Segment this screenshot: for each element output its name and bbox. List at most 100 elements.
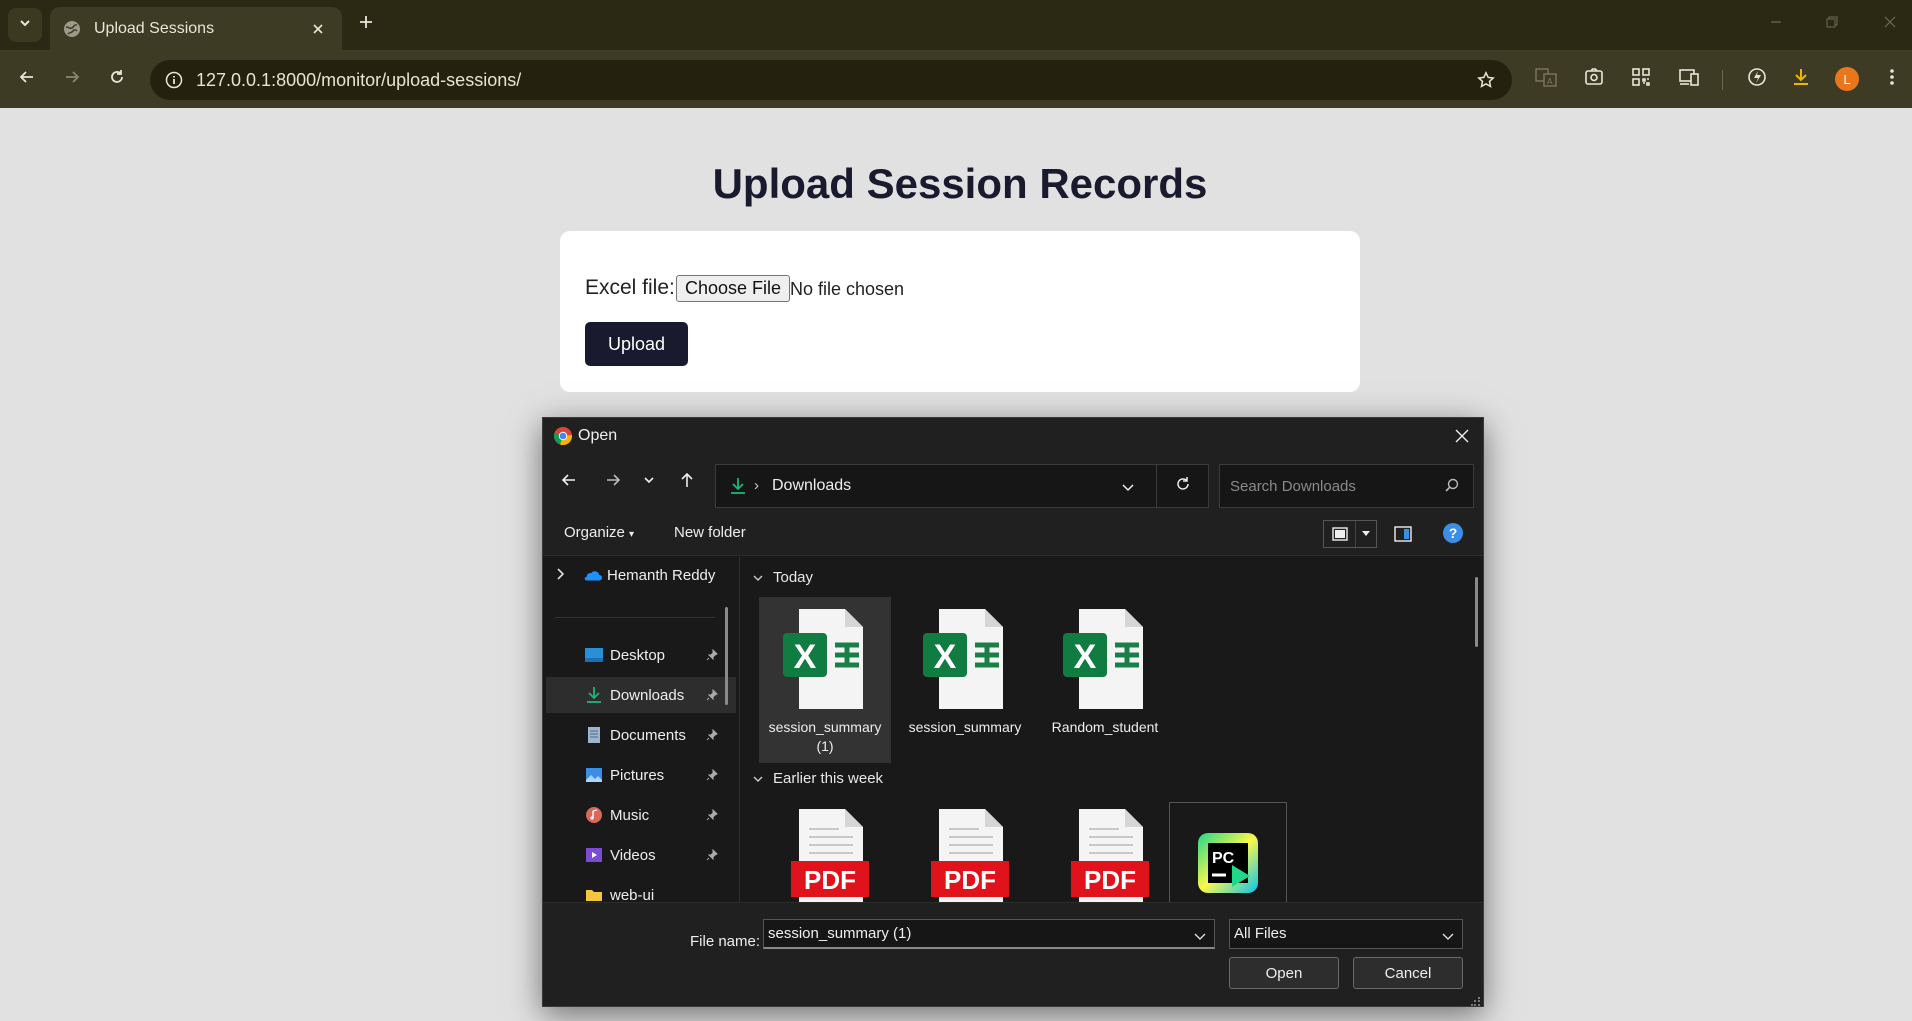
new-tab-button[interactable] [352,10,380,38]
chevron-down-icon [751,775,765,783]
upload-form-card: Excel file: Choose File No file chosen U… [560,231,1360,392]
chevron-down-icon [751,574,765,582]
profile-avatar[interactable]: L [1835,67,1859,91]
performance-button[interactable] [1741,63,1773,95]
resize-grip-icon[interactable] [1471,994,1481,1006]
breadcrumb-downloads[interactable]: Downloads [772,477,851,495]
dialog-back-button[interactable] [553,466,585,498]
music-folder-icon [584,805,604,825]
recent-locations-button[interactable] [633,466,665,498]
pdf-file-icon: PDF [791,809,869,902]
menu-button[interactable] [1876,63,1908,95]
pin-icon [704,647,720,663]
file-item[interactable]: X Random_student [1039,597,1171,763]
tab-close-icon[interactable] [306,17,330,41]
caret-down-icon [1356,521,1376,547]
dialog-address-row: › Downloads Search Downloads [543,454,1483,510]
refresh-icon [1174,475,1192,498]
nav-item-downloads[interactable]: Downloads [546,677,736,713]
nav-item-pictures[interactable]: Pictures [546,757,736,793]
new-folder-button[interactable]: New folder [674,524,746,541]
file-type-select[interactable]: All Files [1229,919,1463,949]
group-header-today[interactable]: Today [751,569,813,586]
pin-icon [704,687,720,703]
minimize-button[interactable] [1756,10,1796,38]
file-name-value[interactable]: session_summary (1) [768,925,911,942]
organize-label: Organize [564,524,625,541]
url-text[interactable]: 127.0.0.1:8000/monitor/upload-sessions/ [196,70,1468,91]
up-folder-button[interactable] [671,466,703,498]
pycharm-badge-text: PC [1212,850,1235,867]
forward-button[interactable] [56,63,88,95]
chevron-down-icon[interactable] [1116,475,1140,499]
choose-file-button[interactable]: Choose File [676,275,791,302]
file-name-input[interactable]: session_summary (1) [763,919,1215,949]
reload-button[interactable] [101,63,133,95]
qr-code-button[interactable] [1625,63,1657,95]
tab-search-button[interactable] [8,8,42,42]
pin-icon [704,767,720,783]
open-button[interactable]: Open [1229,957,1339,989]
nav-item-onedrive[interactable]: Hemanth Reddy [546,557,736,593]
search-icon [1443,477,1461,495]
file-list-scrollbar[interactable] [1475,577,1478,647]
download-folder-icon [728,476,748,496]
chrome-logo-icon [553,426,573,446]
nav-item-desktop[interactable]: Desktop [546,637,736,673]
folder-icon [584,885,604,902]
globe-icon [62,19,82,39]
file-type-value: All Files [1234,925,1287,942]
nav-item-music[interactable]: Music [546,797,736,833]
chevron-right-icon[interactable] [556,567,566,583]
page-title: Upload Session Records [712,160,1208,207]
nav-item-documents[interactable]: Documents [546,717,736,753]
upload-button[interactable]: Upload [585,322,688,366]
kebab-menu-icon [1889,68,1895,91]
group-header-earlier-this-week[interactable]: Earlier this week [751,770,883,787]
chevron-down-icon [18,16,32,35]
preview-pane-icon[interactable] [1391,522,1415,546]
nav-item-label: Pictures [610,766,665,784]
file-item[interactable]: PDF [1039,797,1171,902]
organize-menu[interactable]: Organize ▾ [564,524,634,541]
file-item[interactable]: PDF [899,797,1031,902]
refresh-button[interactable] [1156,465,1208,507]
downloads-button[interactable] [1785,63,1817,95]
file-item[interactable]: X session_summary [899,597,1031,763]
search-downloads-input[interactable]: Search Downloads [1219,464,1474,508]
nav-item-videos[interactable]: Videos [546,837,736,873]
dialog-close-icon[interactable] [1447,422,1477,450]
help-icon[interactable]: ? [1443,523,1463,543]
translate-icon: A [1535,67,1557,92]
chevron-down-icon[interactable] [1194,928,1206,946]
window-close-button[interactable] [1870,10,1910,38]
site-info-icon[interactable] [154,60,194,100]
chevron-down-icon [642,473,656,492]
back-button[interactable] [11,63,43,95]
pdf-file-icon: PDF [1071,809,1149,902]
dialog-forward-button[interactable] [597,466,629,498]
nav-scrollbar[interactable] [725,607,728,705]
address-bar[interactable]: 127.0.0.1:8000/monitor/upload-sessions/ [150,60,1512,100]
browser-tab[interactable]: Upload Sessions [50,7,342,50]
cancel-button[interactable]: Cancel [1353,957,1463,989]
file-item[interactable]: X session_summary (1) [759,597,891,763]
translate-button[interactable]: A [1530,63,1562,95]
download-folder-icon [584,685,604,705]
speedometer-icon [1747,67,1767,92]
file-name-label: File name: [690,933,761,950]
lens-button[interactable] [1578,63,1610,95]
videos-folder-icon [584,845,604,865]
cast-button[interactable] [1673,63,1705,95]
restore-button[interactable] [1812,10,1852,38]
excel-file-icon: X [1063,609,1143,709]
toolbar-divider [1722,70,1723,90]
change-view-button[interactable] [1323,520,1377,548]
nav-item-label: Downloads [610,686,685,704]
file-item[interactable]: PC [1169,802,1287,902]
bookmark-star-icon[interactable] [1468,62,1504,98]
nav-item-web-ui[interactable]: web-ui [546,877,736,902]
breadcrumb-bar[interactable]: › Downloads [715,464,1209,508]
file-item[interactable]: PDF [759,797,891,902]
close-icon [1883,15,1897,34]
